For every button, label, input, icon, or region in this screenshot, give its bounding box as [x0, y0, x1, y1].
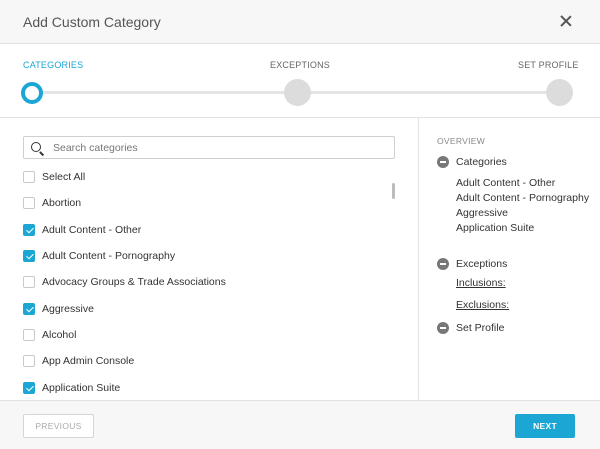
search-box: [23, 136, 395, 159]
overview-selected-item: Aggressive: [456, 207, 508, 219]
overview-categories-label: Categories: [456, 156, 507, 168]
dialog-footer: PREVIOUS NEXT: [0, 400, 600, 449]
category-row[interactable]: Alcohol: [23, 322, 383, 348]
category-row[interactable]: Advocacy Groups & Trade Associations: [23, 269, 383, 295]
category-row[interactable]: Select All: [23, 164, 383, 190]
overview-set-profile-header[interactable]: Set Profile: [437, 322, 504, 334]
step-label-categories[interactable]: CATEGORIES: [23, 60, 83, 70]
overview-selected-item: Adult Content - Pornography: [456, 192, 590, 204]
overview-categories-header[interactable]: Categories: [437, 156, 507, 168]
category-label: Aggressive: [42, 302, 94, 315]
overview-selected-item: Adult Content - Other: [456, 177, 556, 189]
step-label-exceptions[interactable]: EXCEPTIONS: [270, 60, 330, 70]
category-checkbox[interactable]: [23, 223, 35, 236]
collapse-icon[interactable]: [437, 322, 449, 334]
category-checkbox[interactable]: [23, 171, 35, 184]
collapse-icon[interactable]: [437, 156, 449, 168]
category-row[interactable]: Adult Content - Other: [23, 217, 383, 243]
category-list: Select All Abortion Adult Content - Other A…: [23, 164, 383, 400]
step-dot-categories[interactable]: [21, 82, 43, 104]
list-scrollbar[interactable]: [392, 183, 395, 199]
previous-button[interactable]: PREVIOUS: [23, 414, 94, 438]
overview-exceptions-header[interactable]: Exceptions: [437, 258, 507, 270]
category-checkbox[interactable]: [23, 381, 35, 394]
category-checkbox[interactable]: [23, 197, 35, 210]
category-row[interactable]: Abortion: [23, 190, 383, 216]
category-row[interactable]: Adult Content - Pornography: [23, 243, 383, 269]
category-row[interactable]: Application Suite: [23, 374, 383, 400]
search-input[interactable]: [53, 137, 383, 158]
collapse-icon[interactable]: [437, 258, 449, 270]
overview-panel: OVERVIEW Categories Adult Content - Othe…: [420, 118, 600, 400]
next-button[interactable]: NEXT: [515, 414, 575, 438]
category-label: App Admin Console: [42, 355, 135, 368]
overview-set-profile-label: Set Profile: [456, 322, 505, 334]
overview-selected-item: Application Suite: [456, 222, 535, 234]
category-row[interactable]: Aggressive: [23, 295, 383, 321]
close-icon[interactable]: [558, 12, 574, 30]
category-label: Abortion: [42, 197, 82, 210]
category-checkbox[interactable]: [23, 328, 35, 341]
category-panel: Select All Abortion Adult Content - Other A…: [0, 118, 419, 400]
dialog-header: Add Custom Category: [0, 0, 600, 44]
category-checkbox[interactable]: [23, 276, 35, 289]
category-checkbox[interactable]: [23, 302, 35, 315]
wizard-stepper: CATEGORIES EXCEPTIONS SET PROFILE: [0, 44, 600, 118]
category-label: Adult Content - Other: [42, 223, 142, 236]
category-row[interactable]: App Admin Console: [23, 348, 383, 374]
overview-title: OVERVIEW: [437, 136, 486, 146]
category-checkbox[interactable]: [23, 250, 35, 263]
step-label-set-profile[interactable]: SET PROFILE: [518, 60, 579, 70]
search-icon: [31, 142, 41, 152]
step-dot-exceptions[interactable]: [284, 79, 311, 106]
category-checkbox[interactable]: [23, 355, 35, 368]
exclusions-link[interactable]: Exclusions:: [456, 299, 509, 311]
inclusions-link[interactable]: Inclusions:: [456, 277, 506, 289]
category-label: Select All: [42, 171, 86, 184]
category-label: Adult Content - Pornography: [42, 250, 176, 263]
dialog-title: Add Custom Category: [23, 14, 161, 30]
category-label: Application Suite: [42, 381, 121, 394]
category-label: Alcohol: [42, 328, 77, 341]
overview-selected-list: Adult Content - Other Adult Content - Por…: [456, 176, 589, 236]
step-dot-set-profile[interactable]: [546, 79, 573, 106]
overview-exceptions-label: Exceptions: [456, 258, 508, 270]
category-label: Advocacy Groups & Trade Associations: [42, 276, 226, 289]
